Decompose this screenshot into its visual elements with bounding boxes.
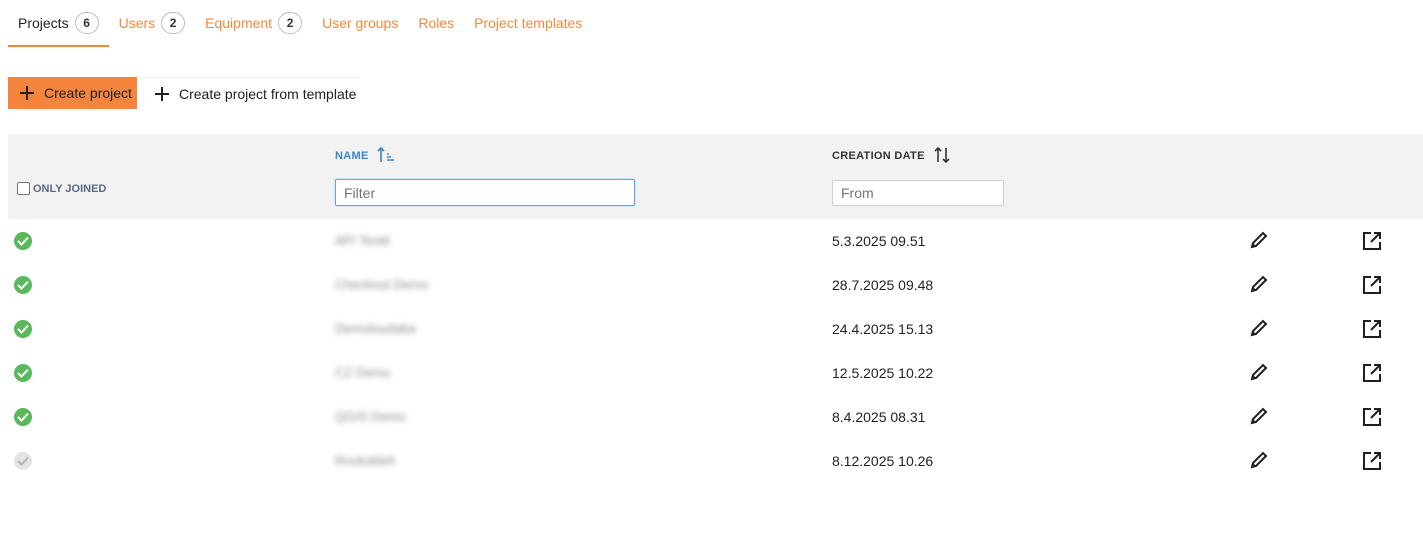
sort-both-icon [933,146,951,167]
tab-roles[interactable]: Roles [408,0,464,46]
name-header-label: NAME [335,150,369,162]
check-circle-icon [14,232,32,250]
project-list: API Testit 5.3.2025 09.51 Checkout Demo … [8,219,1423,483]
external-link-icon[interactable] [1361,274,1383,296]
table-row: Checkout Demo 28.7.2025 09.48 [8,263,1423,307]
tab-projects[interactable]: Projects 6 [8,0,109,47]
sort-ascending-icon [377,146,395,167]
external-link-icon[interactable] [1361,230,1383,252]
creation-date: 28.7.2025 09.48 [832,277,934,293]
tab-label: Roles [418,15,455,31]
date-from-input[interactable] [832,180,1004,206]
pencil-icon[interactable] [1248,229,1270,251]
creation-date: 12.5.2025 10.22 [832,365,934,381]
project-name[interactable]: Checkout Demo [335,277,428,292]
creation-date: 24.4.2025 15.13 [832,321,934,337]
table-row: Demoloudaba 24.4.2025 15.13 [8,307,1423,351]
name-filter-input[interactable] [335,179,635,206]
tab-label: Equipment [205,15,273,31]
external-link-icon[interactable] [1361,318,1383,340]
plus-icon [20,86,34,100]
table-row: Rooksklelt 8.12.2025 10.26 [8,439,1423,483]
date-header-label: CREATION DATE [832,150,925,162]
creation-date: 8.12.2025 10.26 [832,453,934,469]
external-link-icon[interactable] [1361,406,1383,428]
pencil-icon[interactable] [1248,361,1270,383]
only-joined-label: ONLY JOINED [33,182,107,195]
external-link-icon[interactable] [1361,450,1383,472]
creation-date: 8.4.2025 08.31 [832,409,926,425]
creation-date: 5.3.2025 09.51 [832,233,926,249]
only-joined-filter: ONLY JOINED [17,182,106,195]
count-badge: 2 [278,12,303,34]
count-badge: 6 [74,12,99,34]
tab-equipment[interactable]: Equipment 2 [195,0,312,46]
check-circle-icon [14,320,32,338]
project-name[interactable]: CZ Demo [335,365,391,380]
count-badge: 2 [161,12,186,34]
tab-label: Users [118,15,156,31]
tab-label: Projects [18,15,69,31]
pencil-icon[interactable] [1248,449,1270,471]
table-row: API Testit 5.3.2025 09.51 [8,219,1423,263]
check-circle-icon [14,408,32,426]
date-column-header[interactable]: CREATION DATE [832,146,951,167]
create-from-template-button[interactable]: Create project from template [143,77,360,109]
table-row: CZ Demo 12.5.2025 10.22 [8,351,1423,395]
create-from-template-label: Create project from template [179,85,357,102]
external-link-icon[interactable] [1361,362,1383,384]
tab-label: Project templates [474,15,583,31]
main-tabs: Projects 6 Users 2 Equipment 2 User grou… [8,0,592,47]
check-circle-icon [14,452,32,470]
create-project-button[interactable]: Create project [8,77,137,109]
check-circle-icon [14,364,32,382]
table-header: NAME CREATION DATE ONLY JOINED [8,134,1423,219]
name-column-header[interactable]: NAME [335,146,395,167]
project-name[interactable]: Rooksklelt [335,453,395,468]
only-joined-checkbox[interactable] [17,182,30,195]
project-name[interactable]: QGIS Demo [335,409,406,424]
tab-user-groups[interactable]: User groups [312,0,408,46]
tab-users[interactable]: Users 2 [109,0,196,46]
pencil-icon[interactable] [1248,273,1270,295]
tab-project-templates[interactable]: Project templates [464,0,592,46]
project-name[interactable]: Demoloudaba [335,321,416,336]
tab-label: User groups [322,15,399,31]
pencil-icon[interactable] [1248,317,1270,339]
pencil-icon[interactable] [1248,405,1270,427]
table-row: QGIS Demo 8.4.2025 08.31 [8,395,1423,439]
check-circle-icon [14,276,32,294]
plus-icon [155,86,169,101]
project-name[interactable]: API Testit [335,233,390,248]
create-project-label: Create project [44,85,132,101]
